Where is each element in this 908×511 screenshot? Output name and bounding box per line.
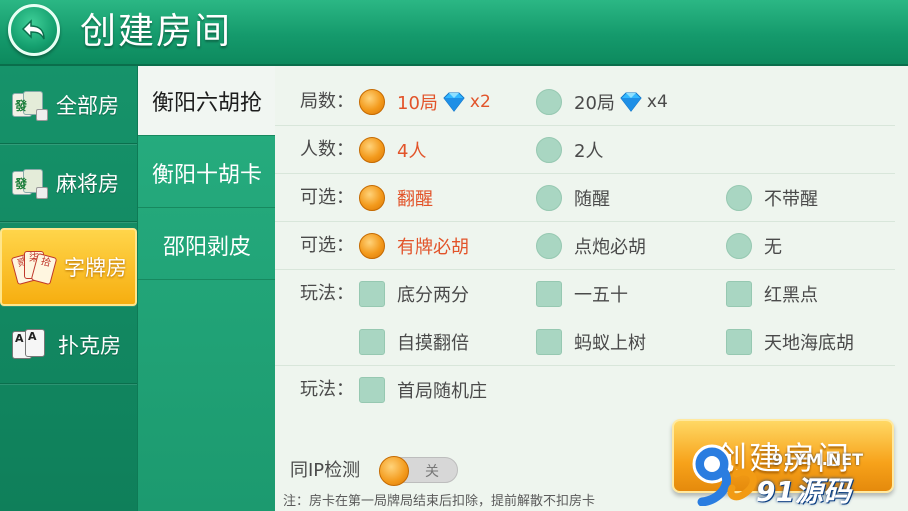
checkbox[interactable]: [536, 281, 562, 307]
radio-unselected[interactable]: [536, 137, 562, 163]
rounds-label: 局数：: [300, 91, 354, 112]
play-row-1b: 自摸翻倍 蚂蚁上树 天地海底胡: [275, 318, 895, 366]
sidebar-item-label: 字牌房: [64, 256, 127, 280]
optional-dianpaobihu[interactable]: 点炮必胡: [536, 222, 646, 270]
back-arrow-icon: [21, 19, 45, 40]
optional-label: 可选：: [300, 187, 354, 208]
play-mayishangshu[interactable]: 蚂蚁上树: [536, 318, 646, 366]
optional-youpaibihu[interactable]: 有牌必胡: [359, 222, 469, 270]
watermark: 91YM.NET 91源码: [680, 440, 880, 508]
page-title: 创建房间: [80, 11, 233, 52]
rounds-option-10[interactable]: 10局 x2: [359, 78, 491, 126]
game-item-shaoyang-baopi[interactable]: 邵阳剥皮: [138, 210, 276, 280]
players-option-4[interactable]: 4人: [359, 126, 426, 174]
sidebar-item-label: 麻将房: [56, 171, 119, 196]
option-label: 一五十: [574, 285, 628, 306]
play-yiwushi[interactable]: 一五十: [536, 270, 628, 318]
play-difenliangfen[interactable]: 底分两分: [359, 270, 469, 318]
option-label: 10局: [397, 93, 438, 114]
radio-unselected[interactable]: [726, 233, 752, 259]
option-label: 4人: [397, 141, 427, 162]
option-label: 有牌必胡: [397, 237, 469, 258]
sidebar-item-zipai[interactable]: 贰 柒 拾 字牌房: [0, 228, 137, 306]
watermark-brand: 91源码: [756, 475, 851, 508]
optional-fanxing[interactable]: 翻醒: [359, 174, 433, 222]
option-label: 无: [764, 237, 782, 258]
header-bar: 创建房间: [0, 0, 908, 66]
diamond-icon: [620, 92, 642, 112]
ip-check-label: 同IP检测: [290, 460, 361, 481]
sidebar-item-all[interactable]: 發 全部房: [0, 66, 137, 144]
optional-label: 可选：: [300, 235, 354, 256]
back-button[interactable]: [8, 4, 60, 56]
toggle-knob[interactable]: [379, 456, 409, 486]
sidebar-item-label: 扑克房: [58, 333, 121, 358]
radio-selected[interactable]: [359, 233, 385, 259]
optional-row-2: 可选： 有牌必胡 点炮必胡 无: [275, 222, 895, 270]
checkbox[interactable]: [359, 281, 385, 307]
game-item-hengyang-shihuka[interactable]: 衡阳十胡卡: [138, 138, 276, 208]
play-shoujusuijizhuang[interactable]: 首局随机庄: [359, 366, 487, 414]
option-label: 首局随机庄: [397, 381, 487, 402]
play-label: 玩法：: [300, 283, 354, 304]
radio-unselected[interactable]: [536, 233, 562, 259]
room-category-sidebar: 發 全部房 發 麻将房 贰 柒 拾 字牌房 A A 扑克房: [0, 66, 137, 511]
mahjong-tile-icon: 發: [12, 90, 48, 121]
room-card-note: 注：房卡在第一局牌局结束后扣除，提前解散不扣房卡: [283, 494, 596, 509]
checkbox[interactable]: [359, 377, 385, 403]
play-zimofanbei[interactable]: 自摸翻倍: [359, 318, 469, 366]
rounds-row: 局数： 10局 x2 20局 x4: [275, 78, 895, 126]
rounds-option-20[interactable]: 20局 x4: [536, 78, 668, 126]
card-fan-icon: 贰 柒 拾: [10, 249, 58, 286]
checkbox[interactable]: [726, 281, 752, 307]
cost-multiplier: x4: [646, 92, 668, 112]
option-label: 自摸翻倍: [397, 333, 469, 354]
poker-cards-icon: A A: [12, 328, 48, 361]
toggle-state-text: 关: [425, 464, 439, 480]
sidebar-item-poker[interactable]: A A 扑克房: [0, 306, 137, 384]
option-label: 底分两分: [397, 285, 469, 306]
game-item-hengyang-liuhuqiang[interactable]: 衡阳六胡抢: [138, 66, 276, 136]
option-label: 翻醒: [397, 189, 433, 210]
option-label: 20局: [574, 93, 615, 114]
radio-unselected[interactable]: [536, 185, 562, 211]
checkbox[interactable]: [536, 329, 562, 355]
option-label: 蚂蚁上树: [574, 333, 646, 354]
play-tiandihaidihu[interactable]: 天地海底胡: [726, 318, 854, 366]
option-label: 天地海底胡: [764, 333, 854, 354]
players-row: 人数： 4人 2人: [275, 126, 895, 174]
checkbox[interactable]: [359, 329, 385, 355]
optional-suixing[interactable]: 随醒: [536, 174, 610, 222]
play-row-1: 玩法： 底分两分 一五十 红黑点: [275, 270, 895, 318]
play-hongheidian[interactable]: 红黑点: [726, 270, 818, 318]
cost-multiplier: x2: [469, 92, 491, 112]
ip-check-toggle[interactable]: 关: [379, 456, 458, 486]
option-label: 2人: [574, 141, 604, 162]
option-label: 点炮必胡: [574, 237, 646, 258]
game-list: 衡阳六胡抢 衡阳十胡卡 邵阳剥皮: [137, 66, 276, 511]
option-label: 红黑点: [764, 285, 818, 306]
option-label: 不带醒: [764, 189, 818, 210]
radio-unselected[interactable]: [726, 185, 752, 211]
play-label: 玩法：: [300, 379, 354, 400]
radio-selected[interactable]: [359, 137, 385, 163]
radio-selected[interactable]: [359, 89, 385, 115]
play-row-2: 玩法： 首局随机庄: [275, 366, 895, 414]
mahjong-tile-icon: 發: [12, 168, 48, 199]
players-option-2[interactable]: 2人: [536, 126, 603, 174]
optional-none[interactable]: 无: [726, 222, 782, 270]
optional-row-1: 可选： 翻醒 随醒 不带醒: [275, 174, 895, 222]
watermark-domain: 91YM.NET: [772, 450, 864, 469]
radio-unselected[interactable]: [536, 89, 562, 115]
checkbox[interactable]: [726, 329, 752, 355]
option-label: 随醒: [574, 189, 610, 210]
diamond-icon: [443, 92, 465, 112]
radio-selected[interactable]: [359, 185, 385, 211]
optional-budaixing[interactable]: 不带醒: [726, 174, 818, 222]
sidebar-item-mahjong[interactable]: 發 麻将房: [0, 144, 137, 222]
sidebar-item-label: 全部房: [56, 93, 119, 118]
players-label: 人数：: [300, 139, 354, 160]
